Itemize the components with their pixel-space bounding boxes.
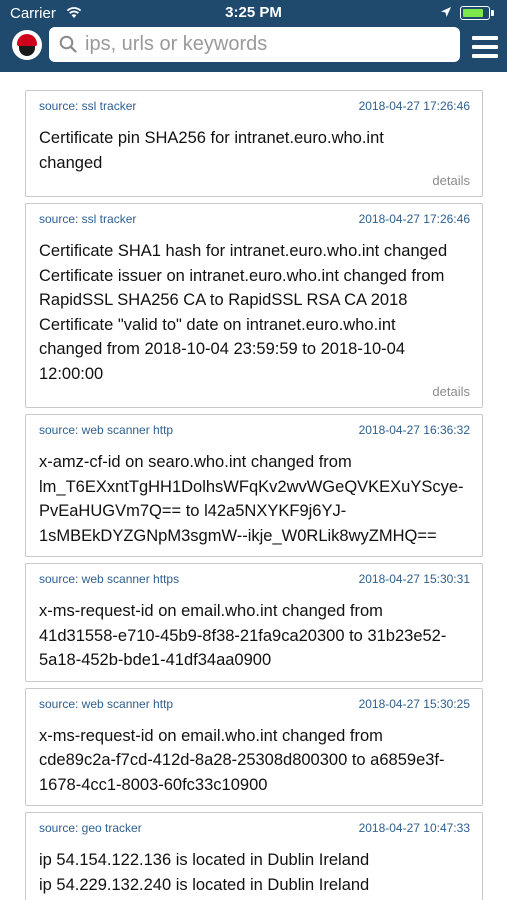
alert-message: Certificate pin SHA256 for intranet.euro… [39,129,384,172]
logo-face-shape [19,46,35,56]
status-bar: Carrier 3:25 PM [0,0,507,26]
app-header: Carrier 3:25 PM [0,0,507,72]
search-input[interactable] [85,27,450,62]
alert-timestamp: 2018-04-27 15:30:25 [358,696,470,711]
status-time: 3:25 PM [225,4,282,21]
alert-source: source: web scanner https [39,572,180,586]
app-logo[interactable] [12,30,42,60]
battery-tip [491,10,494,16]
alert-card[interactable]: source: ssl tracker 2018-04-27 17:26:46 Ce… [25,203,483,408]
alert-message: x-amz-cf-id on searo.who.int changed fro… [39,453,464,545]
details-link[interactable]: details [39,384,470,399]
location-arrow-icon [441,7,451,17]
details-link[interactable]: details [39,173,470,188]
alert-card-header: source: web scanner http 2018-04-27 16:36… [39,423,470,439]
alert-card-header: source: geo tracker 2018-04-27 10:47:33 [39,821,470,837]
alert-source: source: web scanner http [39,423,174,437]
alert-timestamp: 2018-04-27 15:30:31 [358,572,470,586]
alert-card-header: source: web scanner https 2018-04-27 15:3… [39,572,470,588]
alert-source: source: web scanner http [39,696,174,711]
alert-card[interactable]: source: geo tracker 2018-04-27 10:47:33 ip… [25,812,483,900]
alert-timestamp: 2018-04-27 16:36:32 [358,423,470,437]
alert-message: x-ms-request-id on email.who.int changed… [39,726,445,794]
alert-feed: source: ssl tracker 2018-04-27 17:26:46 Ce… [25,90,483,900]
alert-message: x-ms-request-id on email.who.int changed… [39,602,447,669]
alert-card[interactable]: source: web scanner https 2018-04-27 15:3… [25,563,483,682]
alert-message: ip 54.154.122.136 is located in Dublin I… [39,851,370,894]
alert-card[interactable]: source: web scanner http 2018-04-27 15:30… [25,687,483,806]
search-icon [59,35,77,53]
alert-card-header: source: ssl tracker 2018-04-27 17:26:46 [39,99,470,115]
alert-timestamp: 2018-04-27 10:47:33 [358,821,470,835]
alert-source: source: geo tracker [39,821,142,835]
alert-source: source: ssl tracker [39,99,137,113]
alert-card[interactable]: source: ssl tracker 2018-04-27 17:26:46 Ce… [25,90,483,197]
alert-timestamp: 2018-04-27 17:26:46 [358,212,470,226]
battery-icon [460,6,490,20]
alert-card[interactable]: source: web scanner http 2018-04-27 16:36… [25,414,483,557]
alert-timestamp: 2018-04-27 17:26:46 [358,99,470,113]
alert-message: Certificate SHA1 hash for intranet.euro.… [39,242,448,383]
battery-level [463,9,483,17]
search-bar[interactable] [49,27,460,62]
alert-card-header: source: ssl tracker 2018-04-27 17:26:46 [39,212,470,228]
hamburger-menu-icon[interactable] [472,36,498,58]
logo-cap-shape [17,34,37,46]
alert-card-header: source: web scanner http 2018-04-27 15:30… [39,697,470,713]
alert-source: source: ssl tracker [39,212,137,226]
